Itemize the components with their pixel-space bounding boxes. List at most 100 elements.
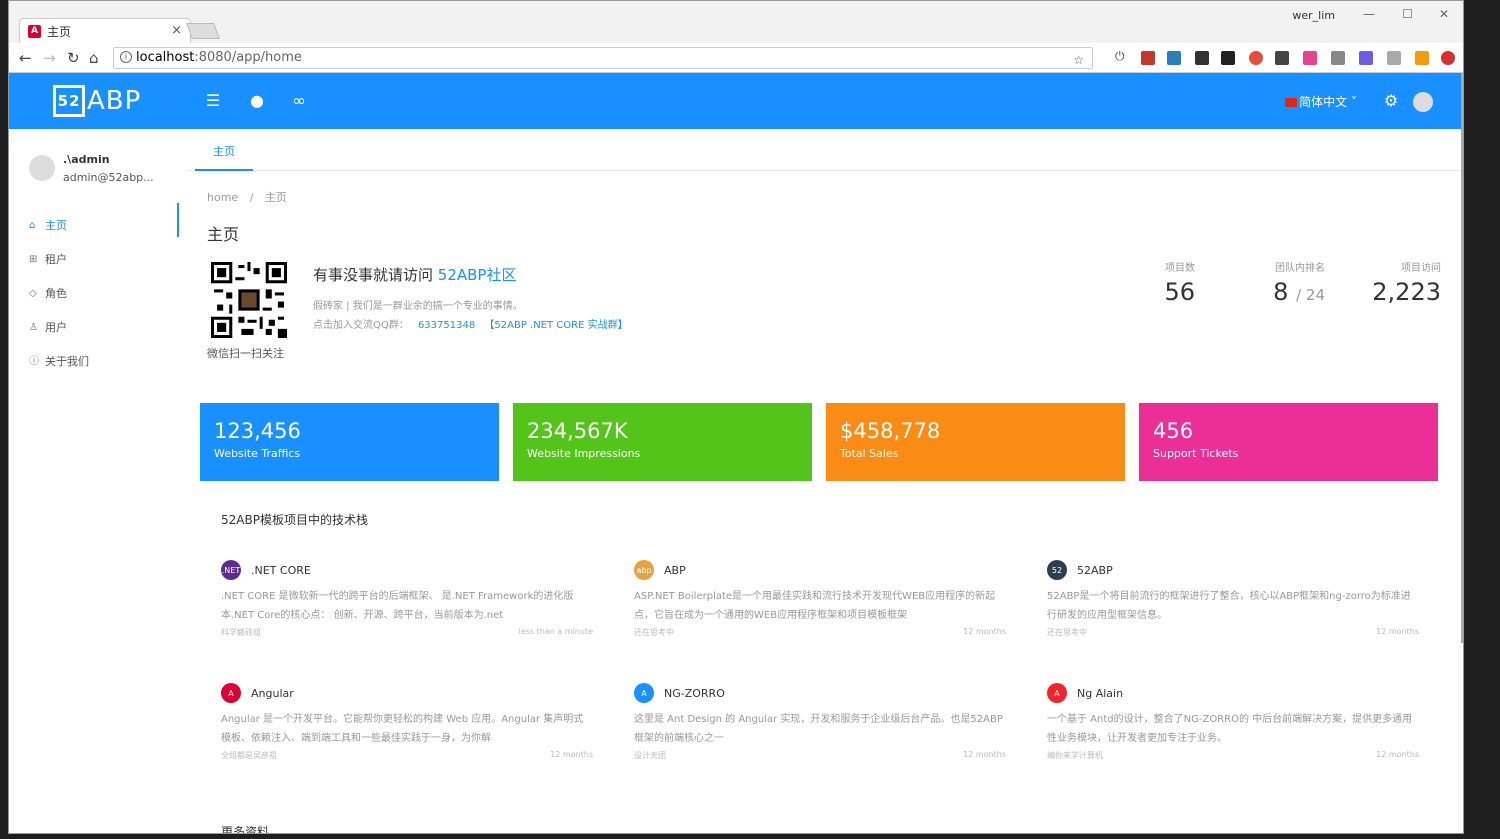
breadcrumb: home / 主页 [207, 189, 287, 205]
main-content: 主页 home / 主页 主页 微信扫一扫关注 有事没事就请访问 52ABP社区… [179, 129, 1461, 834]
tech-item[interactable]: A NG-ZORRO 这里是 Ant Design 的 Angular 实现，开发… [634, 682, 1006, 761]
tech-name: 52ABP [1077, 563, 1113, 577]
breadcrumb-current: 主页 [264, 191, 287, 204]
minimize-icon[interactable]: — [1363, 7, 1375, 21]
tech-author[interactable]: 科学搬砖组 [221, 627, 261, 638]
menu-fold-icon[interactable]: ☰ [203, 91, 223, 110]
reload-icon[interactable]: ↻ [67, 49, 80, 67]
language-switcher[interactable]: 简体中文 ˅ [1285, 93, 1357, 110]
metric-desc: Total Sales [840, 447, 899, 460]
tech-desc: 52ABP是一个将目前流行的框架进行了整合，核心以ABP框架和ng-zorro为… [1047, 591, 1411, 621]
new-tab-button[interactable] [186, 23, 220, 39]
intro-qq-label: 点击加入交流QQ群： [313, 320, 409, 331]
extension-icon[interactable] [1387, 51, 1401, 65]
extension-icon[interactable] [1275, 51, 1289, 65]
home-icon: ⌂ [29, 220, 36, 231]
tech-name: .NET CORE [251, 563, 311, 577]
background-editor-pane [1464, 0, 1500, 839]
tab-home[interactable]: 主页 [195, 141, 253, 171]
safety-icon: ◇ [29, 288, 37, 299]
extension-icon[interactable] [1167, 51, 1181, 65]
sidebar-menu: ⌂ 主页 ⊞ 租户 ◇ 角色 ♙ 用户 ⓘ 关于我们 [9, 203, 179, 379]
forward-icon[interactable]: → [43, 49, 56, 67]
stat-label: 项目访问 [1401, 263, 1441, 274]
tech-desc: 这里是 Ant Design 的 Angular 实现，开发和服务于企业级后台产… [634, 714, 1003, 744]
more-title: 更多资料 [221, 825, 270, 834]
site-info-icon[interactable]: i [120, 51, 132, 63]
back-icon[interactable]: ← [19, 49, 32, 67]
tech-item[interactable]: .NET .NET CORE .NET CORE 是微软新一代的跨平台的后端框架、… [221, 559, 593, 638]
qq-number-link[interactable]: 633751348 [418, 320, 475, 331]
sidebar-item-label: 关于我们 [45, 355, 89, 368]
metric-desc: Website Traffics [214, 447, 301, 460]
tech-author[interactable]: 设计天团 [634, 750, 666, 761]
tech-time: 12 months [963, 627, 1006, 636]
tech-name: Ng Alain [1077, 686, 1124, 700]
extension-icon[interactable] [1359, 51, 1373, 65]
sidebar-item-home[interactable]: ⌂ 主页 [9, 203, 179, 243]
tech-item[interactable]: abp ABP ASP.NET Boilerplate是一个用最佳实践和流行技术开… [634, 559, 1006, 638]
qr-caption: 微信扫一扫关注 [207, 347, 284, 360]
extension-icon[interactable] [1415, 51, 1429, 65]
power-icon[interactable]: ⏻ [1115, 49, 1125, 64]
tech-time: 12 months [1376, 750, 1419, 759]
tech-item[interactable]: 52 52ABP 52ABP是一个将目前流行的框架进行了整合，核心以ABP框架和n… [1047, 559, 1419, 638]
sidebar-item-users[interactable]: ♙ 用户 [9, 311, 179, 345]
intro-qq-line: 点击加入交流QQ群： 633751348 【52ABP .NET CORE 实战… [313, 316, 628, 331]
tech-item[interactable]: A Angular Angular 是一个开发平台。它能帮你更轻松的构建 Web … [221, 682, 593, 761]
tech-time: 12 months [1376, 627, 1419, 636]
community-link[interactable]: 52ABP社区 [438, 266, 517, 284]
tech-desc: Angular 是一个开发平台。它能帮你更轻松的构建 Web 应用。Angula… [221, 714, 584, 744]
metric-card-sales: $458,778 Total Sales [826, 403, 1125, 481]
tab-close-icon[interactable]: × [171, 23, 182, 38]
user-icon: ♙ [29, 322, 38, 333]
metric-value: 234,567K [527, 419, 628, 443]
extension-icon[interactable] [1441, 51, 1455, 65]
tech-name: ABP [664, 563, 686, 577]
extension-icon[interactable] [1195, 51, 1209, 65]
logo-text: ABP [87, 86, 142, 116]
home-icon[interactable]: ⌂ [89, 49, 99, 67]
section-title: 52ABP模板项目中的技术栈 [221, 513, 368, 527]
window-close-icon[interactable]: ✕ [1439, 7, 1449, 21]
qq-group-link[interactable]: 【52ABP .NET CORE 实战群】 [484, 320, 627, 331]
stat-value: 56 [1164, 278, 1195, 306]
sidebar-item-about[interactable]: ⓘ 关于我们 [9, 345, 179, 379]
app-logo[interactable]: 52 ABP [53, 83, 141, 119]
qr-code-image [211, 262, 287, 338]
tech-author[interactable]: 还在思考中 [634, 627, 674, 638]
header-avatar[interactable] [1413, 92, 1433, 112]
sidebar-item-roles[interactable]: ◇ 角色 [9, 277, 179, 311]
url-input[interactable]: i localhost:8080/app/home ☆ [113, 47, 1093, 69]
browser-tab[interactable]: A 主页 × [19, 18, 191, 44]
tech-item[interactable]: A Ng Alain 一个基于 Antd的设计，整合了NG-ZORRO的 中后台前… [1047, 682, 1419, 761]
github-icon[interactable]: ● [247, 91, 267, 110]
tab-strip: A 主页 × wer_lim — ☐ ✕ [9, 1, 1463, 44]
breadcrumb-separator: / [249, 191, 254, 204]
user-name: .\admin [63, 153, 110, 166]
sidebar-item-label: 主页 [45, 219, 67, 232]
metric-value: 123,456 [214, 419, 301, 443]
settings-icon[interactable]: ⚙ [1381, 91, 1401, 110]
stat-value: 2,223 [1372, 278, 1441, 306]
metric-desc: Support Tickets [1153, 447, 1239, 460]
browser-user-label[interactable]: wer_lim [1292, 9, 1335, 22]
stat-label: 团队内排名 [1275, 263, 1325, 274]
sidebar-item-tenants[interactable]: ⊞ 租户 [9, 243, 179, 277]
extension-icon[interactable] [1249, 51, 1263, 65]
avatar [29, 155, 55, 181]
extension-icon[interactable] [1141, 51, 1155, 65]
maximize-icon[interactable]: ☐ [1402, 7, 1413, 21]
tech-author[interactable]: 全组都是吴彦祖 [221, 750, 277, 761]
extension-icon[interactable] [1303, 51, 1317, 65]
tech-author[interactable]: 编你来学计算机 [1047, 750, 1103, 761]
tech-author[interactable]: 还在思考中 [1047, 627, 1087, 638]
extension-icon[interactable] [1221, 51, 1235, 65]
link-icon[interactable]: ∞ [289, 91, 309, 110]
intro-title: 有事没事就请访问 52ABP社区 [313, 264, 516, 285]
stat-projects: 项目数 56 [1164, 259, 1195, 306]
metric-value: $458,778 [840, 419, 941, 443]
breadcrumb-home[interactable]: home [207, 191, 238, 204]
extension-icon[interactable] [1331, 51, 1345, 65]
bookmark-star-icon[interactable]: ☆ [1073, 50, 1084, 70]
